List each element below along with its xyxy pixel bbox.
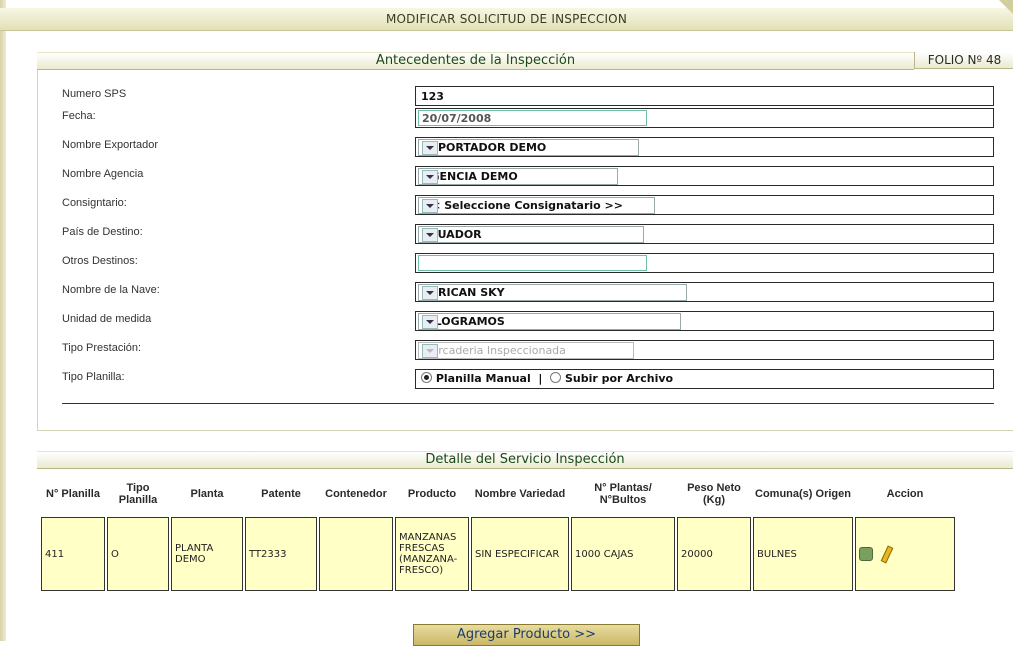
- otros-destinos-input[interactable]: [418, 255, 647, 271]
- row-fecha: Fecha: 20/07/2008: [62, 108, 994, 128]
- col-header: Peso Neto (Kg): [677, 473, 751, 515]
- cell-planilla: 411: [41, 517, 105, 591]
- pencil-icon[interactable]: [880, 545, 894, 563]
- chevron-down-icon[interactable]: [422, 228, 438, 242]
- exportador-value: EXPORTADOR DEMO: [422, 141, 547, 154]
- consignatario-label: Consigntario:: [62, 197, 127, 209]
- cell-tipo-planilla: O: [107, 517, 169, 591]
- planilla-separator: |: [538, 372, 543, 385]
- subir-archivo-label[interactable]: Subir por Archivo: [565, 372, 673, 385]
- chevron-down-icon[interactable]: [422, 141, 438, 155]
- planilla-options: Planilla Manual | Subir por Archivo: [421, 372, 673, 385]
- pais-destino-box: ECUADOR: [415, 224, 994, 244]
- cell-peso-neto: 20000: [677, 517, 751, 591]
- chevron-down-icon[interactable]: [422, 286, 438, 300]
- unidad-label: Unidad de medida: [62, 313, 152, 325]
- prestacion-box: Mercaderia Inspeccionada: [415, 340, 994, 360]
- row-numero-sps: Numero SPS 123: [62, 86, 994, 106]
- cell-contenedor: [319, 517, 393, 591]
- cell-bultos: 1000 CAJAS: [571, 517, 675, 591]
- col-header: Comuna(s) Origen: [753, 473, 853, 515]
- row-consignatario: Consigntario: << Seleccione Consignatari…: [62, 195, 994, 215]
- col-header: Nombre Variedad: [471, 473, 569, 515]
- corner-decoration: [999, 0, 1013, 14]
- row-pais-destino: País de Destino: ECUADOR: [62, 224, 994, 244]
- chevron-down-icon[interactable]: [422, 199, 438, 213]
- detalle-header: Detalle del Servicio Inspección: [37, 451, 1013, 469]
- pais-destino-select[interactable]: ECUADOR: [418, 226, 644, 243]
- antecedentes-title: Antecedentes de la Inspección: [375, 53, 576, 68]
- page-title-bar: MODIFICAR SOLICITUD DE INSPECCION: [0, 0, 1013, 31]
- nave-label: Nombre de la Nave:: [62, 284, 160, 296]
- fecha-input[interactable]: 20/07/2008: [418, 110, 647, 126]
- agencia-box: AGENCIA DEMO: [415, 166, 994, 186]
- cell-accion: [855, 517, 955, 591]
- cell-planta: PLANTA DEMO: [171, 517, 243, 591]
- form-divider: [62, 403, 994, 404]
- row-prestacion: Tipo Prestación: Mercaderia Inspeccionad…: [62, 340, 994, 360]
- planilla-manual-label[interactable]: Planilla Manual: [436, 372, 531, 385]
- prestacion-select: Mercaderia Inspeccionada: [418, 342, 634, 359]
- trash-icon[interactable]: [859, 547, 873, 561]
- cell-comuna: BULNES: [753, 517, 853, 591]
- window-left-border: [0, 0, 6, 641]
- nave-box: AFRICAN SKY: [415, 282, 994, 302]
- row-nave: Nombre de la Nave: AFRICAN SKY: [62, 282, 994, 302]
- exportador-label: Nombre Exportador: [62, 139, 158, 151]
- pais-destino-label: País de Destino:: [62, 226, 143, 238]
- fecha-value: 20/07/2008: [422, 112, 492, 125]
- col-header: Contenedor: [319, 473, 393, 515]
- chevron-down-icon: [422, 344, 438, 358]
- numero-sps-label: Numero SPS: [62, 88, 127, 100]
- unidad-box: KILOGRAMOS: [415, 311, 994, 331]
- col-header: Producto: [395, 473, 469, 515]
- radio-planilla-manual[interactable]: [421, 372, 432, 383]
- fecha-box: 20/07/2008: [415, 108, 994, 128]
- table-header-row: N° Planilla Tipo Planilla Planta Patente…: [41, 473, 955, 515]
- consignatario-select[interactable]: << Seleccione Consignatario >>: [418, 197, 655, 214]
- otros-destinos-box: [415, 253, 994, 273]
- row-planilla: Tipo Planilla: Planilla Manual | Subir p…: [62, 369, 994, 389]
- table-row: 411 O PLANTA DEMO TT2333 MANZANAS FRESCA…: [41, 517, 955, 591]
- exportador-select[interactable]: EXPORTADOR DEMO: [418, 139, 639, 156]
- numero-sps-box: 123: [415, 86, 994, 106]
- row-exportador: Nombre Exportador EXPORTADOR DEMO: [62, 137, 994, 157]
- consignatario-box: << Seleccione Consignatario >>: [415, 195, 994, 215]
- page-title: MODIFICAR SOLICITUD DE INSPECCION: [385, 12, 628, 26]
- prestacion-label: Tipo Prestación:: [62, 342, 142, 354]
- row-agencia: Nombre Agencia AGENCIA DEMO: [62, 166, 994, 186]
- row-otros-destinos: Otros Destinos:: [62, 253, 994, 273]
- row-unidad: Unidad de medida KILOGRAMOS: [62, 311, 994, 331]
- col-header: Planta: [171, 473, 243, 515]
- antecedentes-header: Antecedentes de la Inspección: [37, 52, 914, 70]
- consignatario-value: << Seleccione Consignatario >>: [422, 199, 623, 212]
- agencia-select[interactable]: AGENCIA DEMO: [418, 168, 618, 185]
- otros-destinos-label: Otros Destinos:: [62, 255, 138, 267]
- planilla-box: Planilla Manual | Subir por Archivo: [415, 369, 994, 389]
- chevron-down-icon[interactable]: [422, 315, 438, 329]
- chevron-down-icon[interactable]: [422, 170, 438, 184]
- fecha-label: Fecha:: [62, 110, 96, 122]
- col-header: Accion: [855, 473, 955, 515]
- cell-producto: MANZANAS FRESCAS (MANZANA-FRESCO): [395, 517, 469, 591]
- col-header: Patente: [245, 473, 317, 515]
- folio-label: FOLIO Nº 48: [914, 52, 1013, 69]
- numero-sps-value: 123: [421, 90, 444, 103]
- agencia-label: Nombre Agencia: [62, 168, 144, 180]
- cell-patente: TT2333: [245, 517, 317, 591]
- detalle-table: N° Planilla Tipo Planilla Planta Patente…: [39, 471, 957, 593]
- planilla-label: Tipo Planilla:: [62, 371, 125, 383]
- radio-subir-archivo[interactable]: [550, 372, 562, 383]
- nave-select[interactable]: AFRICAN SKY: [418, 284, 687, 301]
- col-header: N° Planilla: [41, 473, 105, 515]
- col-header: N° Plantas/ N°Bultos: [571, 473, 675, 515]
- agregar-producto-button[interactable]: Agregar Producto >>: [413, 624, 640, 646]
- col-header: Tipo Planilla: [107, 473, 169, 515]
- exportador-box: EXPORTADOR DEMO: [415, 137, 994, 157]
- detalle-title: Detalle del Servicio Inspección: [425, 452, 625, 467]
- prestacion-value: Mercaderia Inspeccionada: [422, 344, 566, 357]
- unidad-select[interactable]: KILOGRAMOS: [418, 313, 681, 330]
- cell-variedad: SIN ESPECIFICAR: [471, 517, 569, 591]
